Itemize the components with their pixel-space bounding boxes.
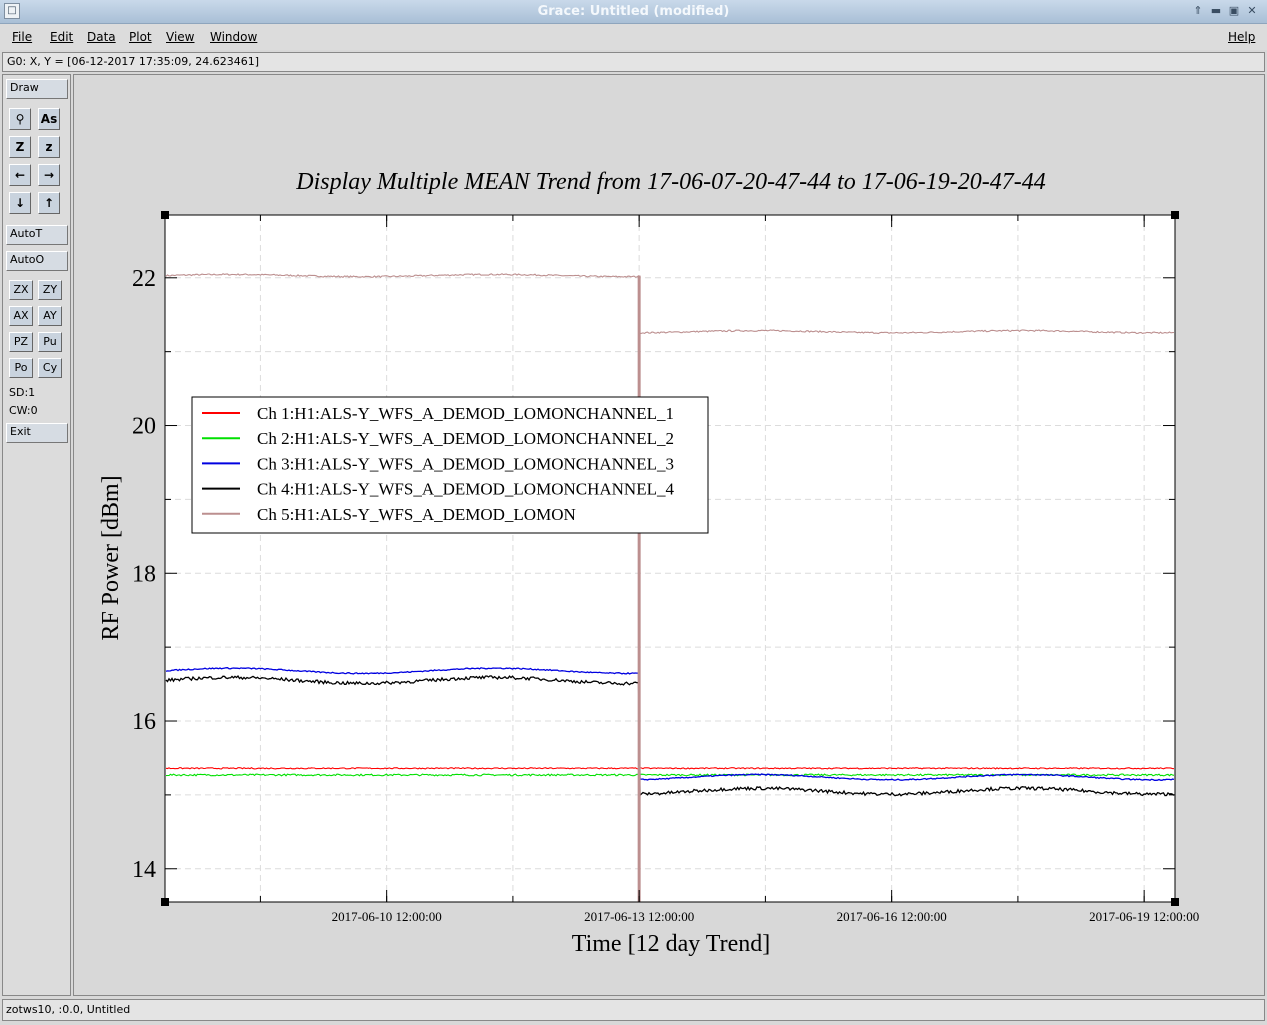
legend-label-ch3: Ch 3:H1:ALS-Y_WFS_A_DEMOD_LOMONCHANNEL_3 [257,454,674,473]
po-button[interactable]: Po [9,358,33,378]
legend-label-ch1: Ch 1:H1:ALS-Y_WFS_A_DEMOD_LOMONCHANNEL_1 [257,404,674,423]
text-icon[interactable]: As [38,108,60,130]
pu-button[interactable]: Pu [38,332,62,352]
corner-handle [1171,898,1179,906]
corner-handle [161,211,169,219]
y-tick-label: 18 [132,561,156,587]
legend-label-ch2: Ch 2:H1:ALS-Y_WFS_A_DEMOD_LOMONCHANNEL_2 [257,429,674,448]
menu-bar: File Edit Data Plot View Window Help [0,24,1267,50]
zoom-small-icon[interactable]: z [38,136,60,158]
chevron-up-icon[interactable]: ⇑ [1191,4,1205,18]
title-bar: □ Grace: Untitled (modified) ⇑ ▬ ▣ ✕ [0,0,1267,24]
corner-handle [161,898,169,906]
ax-button[interactable]: AX [9,306,33,326]
minimize-icon[interactable]: ▬ [1209,4,1223,18]
zoom-icon[interactable]: ⚲ [9,108,31,130]
pz-button[interactable]: PZ [9,332,33,352]
legend[interactable]: Ch 1:H1:ALS-Y_WFS_A_DEMOD_LOMONCHANNEL_1… [191,396,709,534]
legend-label-ch5: Ch 5:H1:ALS-Y_WFS_A_DEMOD_LOMON [257,505,576,524]
x-tick-label: 2017-06-19 12:00:00 [1089,909,1199,924]
window-title: Grace: Untitled (modified) [537,4,730,19]
arrow-down-icon[interactable]: ↓ [9,192,31,214]
close-icon[interactable]: ✕ [1245,4,1259,18]
status-bar: zotws10, :0.0, Untitled [2,999,1265,1021]
arrow-up-icon[interactable]: ↑ [38,192,60,214]
autoo-button[interactable]: AutoO [6,251,68,271]
exit-button[interactable]: Exit [6,423,68,443]
y-axis-label: RF Power [dBm] [98,475,124,640]
y-tick-label: 20 [132,414,156,440]
y-tick-label: 22 [132,266,156,292]
y-tick-label: 14 [132,857,156,883]
menu-help[interactable]: Help [1228,30,1255,44]
ay-button[interactable]: AY [38,306,62,326]
x-tick-label: 2017-06-16 12:00:00 [837,909,947,924]
menu-plot[interactable]: Plot [129,30,152,44]
menu-window[interactable]: Window [210,30,257,44]
arrow-right-icon[interactable]: → [38,164,60,186]
menu-view[interactable]: View [166,30,194,44]
y-tick-label: 16 [132,709,156,735]
x-tick-label: 2017-06-13 12:00:00 [584,909,694,924]
legend-label-ch4: Ch 4:H1:ALS-Y_WFS_A_DEMOD_LOMONCHANNEL_4 [257,480,674,499]
x-tick-label: 2017-06-10 12:00:00 [332,909,442,924]
sd-label: SD:1 [9,386,36,399]
zx-button[interactable]: ZX [9,280,33,300]
locator-bar: G0: X, Y = [06-12-2017 17:35:09, 24.6234… [2,52,1265,72]
graph-canvas[interactable]: 2017-06-10 12:00:00 2017-06-13 12:00:00 20… [73,74,1265,996]
plot-area [165,215,1175,902]
plot-svg[interactable]: 2017-06-10 12:00:00 2017-06-13 12:00:00 20… [74,75,1264,995]
tool-panel: Draw ⚲ As Zz ← → ↓ ↑ AutoT AutoO ZX ZY AX AY PZ Pu P… [2,74,71,996]
autot-button[interactable]: AutoT [6,225,68,245]
maximize-icon[interactable]: ▣ [1227,4,1241,18]
arrow-left-icon[interactable]: ← [9,164,31,186]
x-axis-label: Time [12 day Trend] [572,931,770,957]
draw-button[interactable]: Draw [6,79,68,99]
menu-data[interactable]: Data [87,30,116,44]
menu-edit[interactable]: Edit [50,30,73,44]
zy-button[interactable]: ZY [38,280,62,300]
cy-button[interactable]: Cy [38,358,62,378]
chart-title: Display Multiple MEAN Trend from 17-06-0… [295,169,1045,195]
corner-handle [1171,211,1179,219]
cw-label: CW:0 [9,404,38,417]
menu-file[interactable]: File [12,30,32,44]
zoom-xy-icon[interactable]: Z [9,136,31,158]
